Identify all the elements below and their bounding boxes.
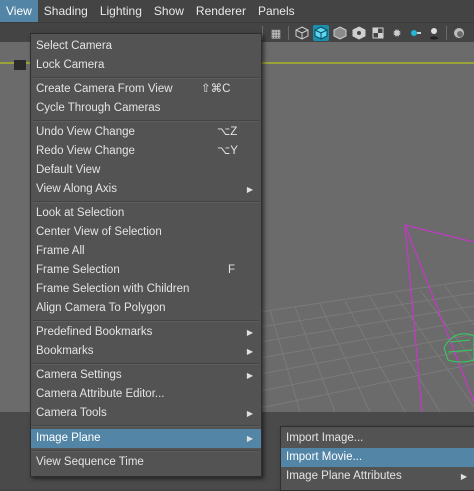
menu-item-import-image[interactable]: Import Image... — [281, 429, 474, 448]
menu-divider — [33, 320, 259, 322]
menu-divider — [33, 363, 259, 365]
menu-item-shortcut: ⇧⌘C — [201, 83, 231, 95]
submenu-arrow-icon: ▶ — [460, 472, 467, 481]
menu-item-label: Camera Settings — [36, 369, 122, 381]
wireframe-icon[interactable] — [294, 25, 310, 41]
menu-renderer[interactable]: Renderer — [190, 0, 252, 22]
textured-icon[interactable] — [351, 25, 367, 41]
menu-item-label: Align Camera To Polygon — [36, 302, 166, 314]
submenu-arrow-icon: ▶ — [246, 185, 253, 194]
menu-item-view-along-axis[interactable]: View Along Axis ▶ — [31, 180, 261, 199]
grid-icon[interactable]: ▦ — [268, 25, 284, 41]
menu-item-bookmarks[interactable]: Bookmarks ▶ — [31, 342, 261, 361]
menu-item-look-at-selection[interactable]: Look at Selection — [31, 204, 261, 223]
menu-panels[interactable]: Panels — [252, 0, 301, 22]
ambient-occlusion-icon[interactable] — [451, 25, 467, 41]
lights-icon[interactable] — [407, 25, 423, 41]
menu-item-label: Select Camera — [36, 40, 113, 52]
menu-item-label: Frame Selection with Children — [36, 283, 190, 295]
menu-item-cycle-through-cameras[interactable]: Cycle Through Cameras — [31, 99, 261, 118]
menu-item-camera-settings[interactable]: Camera Settings ▶ — [31, 366, 261, 385]
menu-item-lock-camera[interactable]: Lock Camera — [31, 56, 261, 75]
image-plane-submenu: Import Image... Import Movie... Image Pl… — [280, 426, 474, 491]
menu-item-label: Import Image... — [286, 432, 364, 444]
menu-item-camera-attribute-editor[interactable]: Camera Attribute Editor... — [31, 385, 261, 404]
menu-item-frame-selection-with-children[interactable]: Frame Selection with Children — [31, 280, 261, 299]
menu-item-label: Lock Camera — [36, 59, 105, 71]
menu-item-select-camera[interactable]: Select Camera — [31, 37, 261, 56]
menu-item-shortcut: ⌥Z — [217, 126, 238, 138]
menu-divider — [33, 77, 259, 79]
menu-lighting[interactable]: Lighting — [94, 0, 148, 22]
menu-item-label: Cycle Through Cameras — [36, 102, 161, 114]
default-light-icon[interactable]: ✹ — [389, 25, 405, 41]
smooth-shade-icon[interactable] — [313, 25, 329, 41]
menu-divider — [33, 450, 259, 452]
menu-item-frame-all[interactable]: Frame All — [31, 242, 261, 261]
menu-divider — [33, 425, 259, 427]
menu-item-label: Redo View Change — [36, 145, 135, 157]
viewport-swatch — [14, 60, 26, 70]
shade-all-icon[interactable] — [332, 25, 348, 41]
menu-item-label: Frame All — [36, 245, 85, 257]
menu-item-label: Create Camera From View — [36, 83, 173, 95]
menu-item-label: Camera Attribute Editor... — [36, 388, 165, 400]
menu-item-predefined-bookmarks[interactable]: Predefined Bookmarks ▶ — [31, 323, 261, 342]
menu-item-label: Undo View Change — [36, 126, 135, 138]
menu-item-import-movie[interactable]: Import Movie... — [281, 448, 474, 467]
menu-divider — [33, 201, 259, 203]
menu-item-view-sequence-time[interactable]: View Sequence Time — [31, 453, 261, 472]
submenu-arrow-icon: ▶ — [246, 371, 253, 380]
menu-divider — [33, 120, 259, 122]
menu-show[interactable]: Show — [148, 0, 190, 22]
menu-item-label: View Sequence Time — [36, 456, 144, 468]
menu-view[interactable]: View — [0, 0, 38, 22]
shadows-icon[interactable] — [426, 25, 442, 41]
menu-item-label: View Along Axis — [36, 183, 117, 195]
menu-item-create-camera-from-view[interactable]: Create Camera From View ⇧⌘C — [31, 80, 261, 99]
menu-item-label: Image Plane Attributes — [286, 470, 402, 482]
menu-item-camera-tools[interactable]: Camera Tools ▶ — [31, 404, 261, 423]
menu-item-label: Bookmarks — [36, 345, 94, 357]
menu-item-label: Camera Tools — [36, 407, 107, 419]
menu-item-label: Default View — [36, 164, 101, 176]
menu-item-frame-selection[interactable]: Frame Selection F — [31, 261, 261, 280]
menubar: View Shading Lighting Show Renderer Pane… — [0, 0, 474, 22]
menu-item-label: Import Movie... — [286, 451, 363, 463]
menu-item-label: Image Plane — [36, 432, 101, 444]
menu-item-shortcut: ⌥Y — [217, 145, 238, 157]
submenu-arrow-icon: ▶ — [246, 434, 253, 443]
menu-item-center-view-of-selection[interactable]: Center View of Selection — [31, 223, 261, 242]
menu-item-label: Frame Selection — [36, 264, 120, 276]
toolbar-separator — [446, 26, 447, 40]
menu-item-align-camera-to-polygon[interactable]: Align Camera To Polygon — [31, 299, 261, 318]
menu-item-label: Center View of Selection — [36, 226, 162, 238]
menu-item-shortcut: F — [228, 264, 236, 276]
menu-item-redo-view-change[interactable]: Redo View Change ⌥Y — [31, 142, 261, 161]
submenu-arrow-icon: ▶ — [246, 409, 253, 418]
menu-item-image-plane[interactable]: Image Plane ▶ — [31, 429, 261, 448]
submenu-arrow-icon: ▶ — [246, 328, 253, 337]
toolbar-separator — [288, 26, 289, 40]
submenu-arrow-icon: ▶ — [246, 347, 253, 356]
menu-item-label: Predefined Bookmarks — [36, 326, 153, 338]
view-dropdown-menu: Select Camera Lock Camera Create Camera … — [30, 33, 262, 477]
menu-item-label: Look at Selection — [36, 207, 125, 219]
menu-shading[interactable]: Shading — [38, 0, 94, 22]
menu-item-default-view[interactable]: Default View — [31, 161, 261, 180]
checker-icon[interactable] — [370, 25, 386, 41]
toolbar-separator — [262, 26, 263, 40]
menu-item-undo-view-change[interactable]: Undo View Change ⌥Z — [31, 123, 261, 142]
menu-item-image-plane-attributes[interactable]: Image Plane Attributes ▶ — [281, 467, 474, 486]
